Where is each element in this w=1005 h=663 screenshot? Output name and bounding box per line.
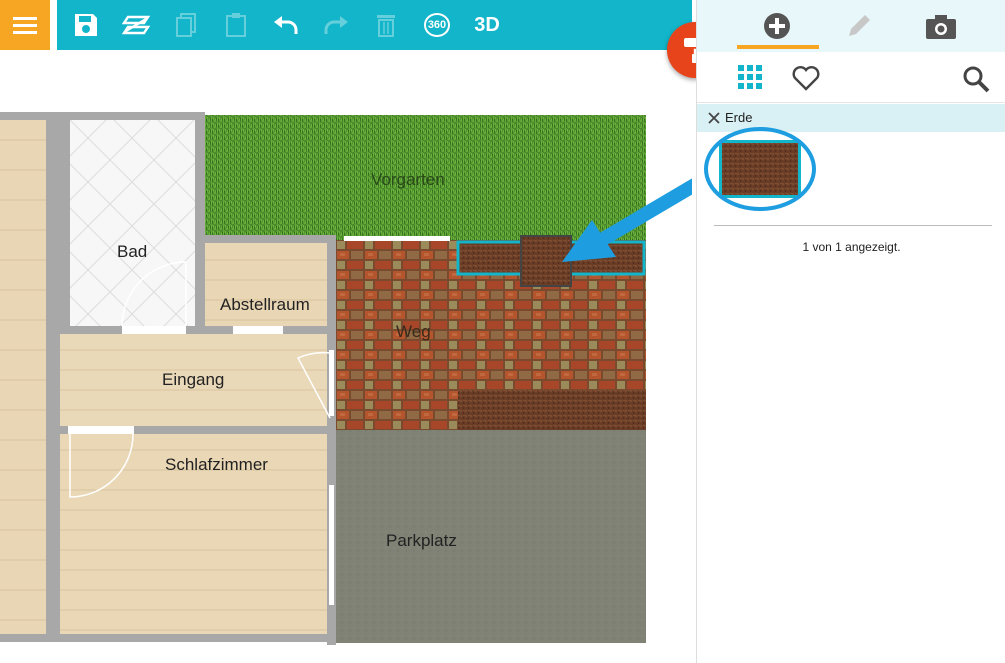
floorplan-svg (0, 112, 692, 645)
menu-icon (13, 17, 37, 34)
grid-view-button[interactable] (737, 64, 763, 95)
undo-icon (274, 16, 298, 34)
redo-button[interactable] (320, 9, 352, 41)
room-label-parkplatz: Parkplatz (386, 531, 457, 550)
paste-icon (226, 13, 246, 37)
grid-icon (738, 65, 762, 89)
highlight-ellipse-annotation (704, 127, 816, 211)
delete-icon (377, 15, 395, 37)
panel-tabs (697, 0, 1005, 52)
add-icon (764, 13, 790, 39)
edit-icon (849, 15, 870, 36)
undo-button[interactable] (270, 9, 302, 41)
tab-camera[interactable] (901, 6, 981, 46)
floorplan-canvas[interactable]: Bad Abstellraum Eingang Schlafzimmer Vor… (0, 50, 692, 663)
search-icon (963, 66, 990, 93)
redo-icon (324, 16, 348, 34)
room-label-schlafzimmer: Schlafzimmer (165, 455, 268, 474)
delete-button[interactable] (370, 9, 402, 41)
favorites-button[interactable] (792, 65, 820, 96)
tab-edit[interactable] (819, 6, 899, 46)
tab-add[interactable] (737, 6, 817, 46)
heart-icon (792, 66, 820, 91)
search-button[interactable] (962, 65, 990, 98)
layers-button[interactable] (120, 9, 152, 41)
room-label-vorgarten: Vorgarten (371, 170, 445, 189)
copy-button[interactable] (170, 9, 202, 41)
results-divider (714, 225, 992, 226)
room-label-bad: Bad (117, 242, 148, 261)
panel-subtabs (697, 52, 1005, 103)
parkplatz-area[interactable] (336, 430, 646, 643)
copy-icon (176, 13, 196, 37)
3d-view-button[interactable]: 3D (470, 9, 504, 41)
catalog-panel: Erde 1 von 1 angezeigt. (696, 0, 1005, 663)
main-toolbar: 360 3D (57, 0, 692, 50)
active-tab-indicator (737, 45, 819, 49)
soil-bed-bottom[interactable] (458, 390, 646, 430)
close-icon (708, 112, 720, 124)
bad-floor[interactable] (70, 120, 195, 326)
filter-label: Erde (725, 110, 753, 125)
results-count: 1 von 1 angezeigt. (802, 240, 901, 254)
room-label-eingang: Eingang (162, 370, 225, 389)
room-label-abstellraum: Abstellraum (220, 295, 310, 314)
paste-button[interactable] (220, 9, 252, 41)
save-button[interactable] (70, 9, 102, 41)
360-view-icon: 360 (423, 13, 451, 37)
save-icon (75, 14, 97, 36)
layers-icon (122, 15, 150, 35)
room-label-weg: Weg (396, 322, 431, 341)
camera-icon (926, 15, 956, 39)
360-view-button[interactable]: 360 (420, 9, 454, 41)
menu-button[interactable] (0, 0, 50, 50)
